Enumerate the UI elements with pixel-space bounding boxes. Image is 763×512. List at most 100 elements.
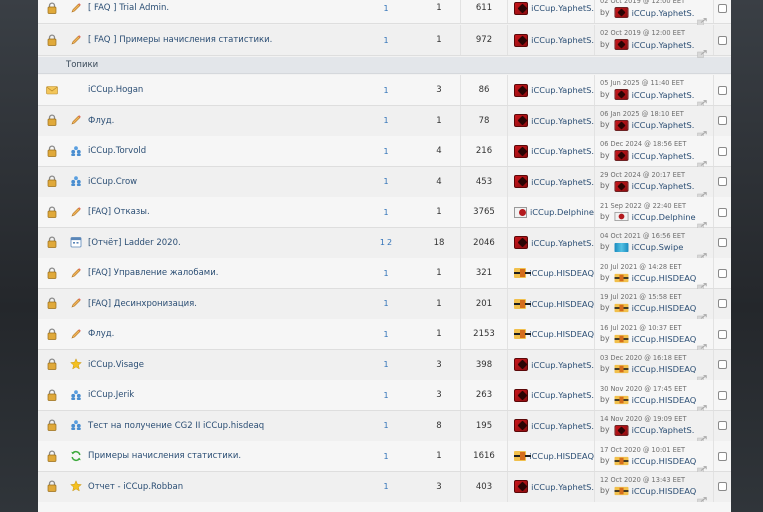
topic-title-link[interactable]: Тест на получение CG2 II iCCup.hisdeaq [88,421,264,431]
page-link[interactable]: 1 [383,86,388,95]
select-checkbox[interactable] [718,360,727,369]
last-poster-link[interactable]: iCCup.Delphine [632,211,696,223]
page-link[interactable]: 1 [383,452,388,461]
author-link[interactable]: iCCup.YaphetS. [531,238,594,248]
select-checkbox[interactable] [718,482,727,491]
topic-title-link[interactable]: iCCup.Visage [88,360,144,370]
select-checkbox[interactable] [718,35,727,45]
goto-last-post-icon[interactable] [697,429,707,444]
page-link[interactable]: 1 [383,4,388,13]
author-link[interactable]: iCCup.YaphetS. [531,146,594,156]
topic-title-link[interactable]: [ FAQ ] Trial Admin. [88,3,169,13]
select-checkbox[interactable] [718,177,727,186]
table-row[interactable]: [ FAQ ] Trial Admin. 1 1 611 iCCup.YaphetS. 0… [38,0,731,26]
topic-title-link[interactable]: Флуд. [88,116,114,126]
author-link[interactable]: iCCup.YaphetS. [531,360,594,370]
topic-title-link[interactable]: Отчет - iCCup.Robban [88,482,183,492]
author-link[interactable]: iCCup.YaphetS. [531,482,594,492]
goto-last-post-icon[interactable] [697,459,707,474]
author-link[interactable]: iCCup.YaphetS. [531,116,594,126]
table-row[interactable]: [FAQ] Отказы. 1 1 3765 iCCup.Delphine 21 Sep … [38,197,731,230]
last-poster-link[interactable]: iCCup.HISDEAQ [632,363,697,375]
last-poster-link[interactable]: iCCup.YaphetS. [632,7,695,19]
page-link[interactable]: 1 [383,330,388,339]
topic-title-link[interactable]: [FAQ] Отказы. [88,207,150,217]
author-link[interactable]: iCCup.HISDEAQ [529,329,594,339]
goto-last-post-icon[interactable] [697,11,707,26]
last-poster-link[interactable]: iCCup.YaphetS. [632,150,695,162]
table-row[interactable]: iCCup.Visage 1 3 398 iCCup.YaphetS. 03 Dec 20… [38,349,731,383]
author-link[interactable]: iCCup.HISDEAQ [529,299,594,309]
goto-last-post-icon[interactable] [697,43,707,58]
table-row[interactable]: [FAQ] Управление жалобами. 1 1 321 iCCup.HIS… [38,258,731,291]
last-poster-link[interactable]: iCCup.YaphetS. [632,424,695,436]
author-link[interactable]: iCCup.YaphetS. [531,421,594,431]
table-row[interactable]: Флуд. 1 1 2153 iCCup.HISDEAQ 16 Jul 2021 @ 10… [38,319,731,352]
select-checkbox[interactable] [718,268,727,278]
topic-title-link[interactable]: iCCup.Crow [88,177,137,187]
goto-last-post-icon[interactable] [697,246,707,261]
last-poster-link[interactable]: iCCup.HISDEAQ [632,455,697,467]
goto-last-post-icon[interactable] [697,185,707,200]
topic-title-link[interactable]: iCCup.Hogan [88,85,143,95]
select-checkbox[interactable] [718,85,727,95]
goto-last-post-icon[interactable] [697,215,707,230]
author-link[interactable]: iCCup.HISDEAQ [529,268,594,278]
page-link[interactable]: 1 [383,36,388,45]
topic-title-link[interactable]: Примеры начисления статистики. [88,451,241,461]
last-poster-link[interactable]: iCCup.YaphetS. [632,39,695,51]
table-row[interactable]: iCCup.Hogan 1 3 86 iCCup.YaphetS. 05 Jun 2025… [38,75,731,108]
select-checkbox[interactable] [718,207,727,217]
page-link[interactable]: 1 [383,208,388,217]
page-link[interactable]: 1 [383,177,388,186]
author-link[interactable]: iCCup.YaphetS. [531,390,594,400]
table-row[interactable]: iCCup.Torvold 1 4 216 iCCup.YaphetS. 06 Dec 2… [38,136,731,169]
page-link[interactable]: 1 [383,482,388,491]
last-poster-link[interactable]: iCCup.HISDEAQ [632,394,697,406]
goto-last-post-icon[interactable] [697,124,707,139]
table-row[interactable]: Тест на получение CG2 II iCCup.hisdeaq 1 8… [38,410,731,444]
last-poster-link[interactable]: iCCup.YaphetS. [632,89,695,101]
page-link[interactable]: 1 [380,238,385,247]
select-checkbox[interactable] [718,238,727,247]
select-checkbox[interactable] [718,299,727,308]
topic-title-link[interactable]: [ FAQ ] Примеры начисления статистики. [88,35,272,45]
table-row[interactable]: iCCup.Jerik 1 3 263 iCCup.YaphetS. 30 Nov 202… [38,380,731,413]
goto-last-post-icon[interactable] [697,398,707,413]
topic-title-link[interactable]: [Отчёт] Ladder 2020. [88,238,181,248]
page-link[interactable]: 1 [383,299,388,308]
page-link[interactable]: 1 [383,147,388,156]
table-row[interactable]: [FAQ] Десинхронизация. 1 1 201 iCCup.HISDEAQ… [38,288,731,322]
page-link[interactable]: 1 [383,116,388,125]
last-poster-link[interactable]: iCCup.YaphetS. [632,180,695,192]
topic-title-link[interactable]: Флуд. [88,329,114,339]
goto-last-post-icon[interactable] [697,154,707,169]
last-poster-link[interactable]: iCCup.YaphetS. [632,119,695,131]
table-row[interactable]: Отчет - iCCup.Robban 1 3 403 iCCup.YaphetS. 1… [38,471,731,505]
goto-last-post-icon[interactable] [697,307,707,322]
topic-title-link[interactable]: iCCup.Torvold [88,146,146,156]
author-link[interactable]: iCCup.HISDEAQ [529,451,594,461]
select-checkbox[interactable] [718,116,727,125]
goto-last-post-icon[interactable] [697,337,707,352]
last-poster-link[interactable]: iCCup.HISDEAQ [632,485,697,497]
last-poster-link[interactable]: iCCup.HISDEAQ [632,302,697,314]
topic-title-link[interactable]: [FAQ] Десинхронизация. [88,299,197,309]
select-checkbox[interactable] [718,146,727,156]
page-link[interactable]: 1 [383,269,388,278]
topic-title-link[interactable]: iCCup.Jerik [88,390,134,400]
page-link[interactable]: 1 [383,360,388,369]
topic-title-link[interactable]: [FAQ] Управление жалобами. [88,268,218,278]
table-row[interactable]: iCCup.Crow 1 4 453 iCCup.YaphetS. 29 Oct 2024… [38,166,731,200]
table-row[interactable]: Примеры начисления статистики. 1 1 1616 iCCu… [38,441,731,474]
page-link[interactable]: 1 [383,421,388,430]
last-poster-link[interactable]: iCCup.Swipe [632,241,684,253]
author-link[interactable]: iCCup.YaphetS. [531,3,594,13]
goto-last-post-icon[interactable] [697,490,707,505]
page-link[interactable]: 1 [383,391,388,400]
author-link[interactable]: iCCup.YaphetS. [531,35,594,45]
author-link[interactable]: iCCup.YaphetS. [531,85,594,95]
last-poster-link[interactable]: iCCup.HISDEAQ [632,272,697,284]
select-checkbox[interactable] [718,421,727,430]
table-row[interactable]: Флуд. 1 1 78 iCCup.YaphetS. 06 Jan 2025 @ 18:… [38,105,731,139]
